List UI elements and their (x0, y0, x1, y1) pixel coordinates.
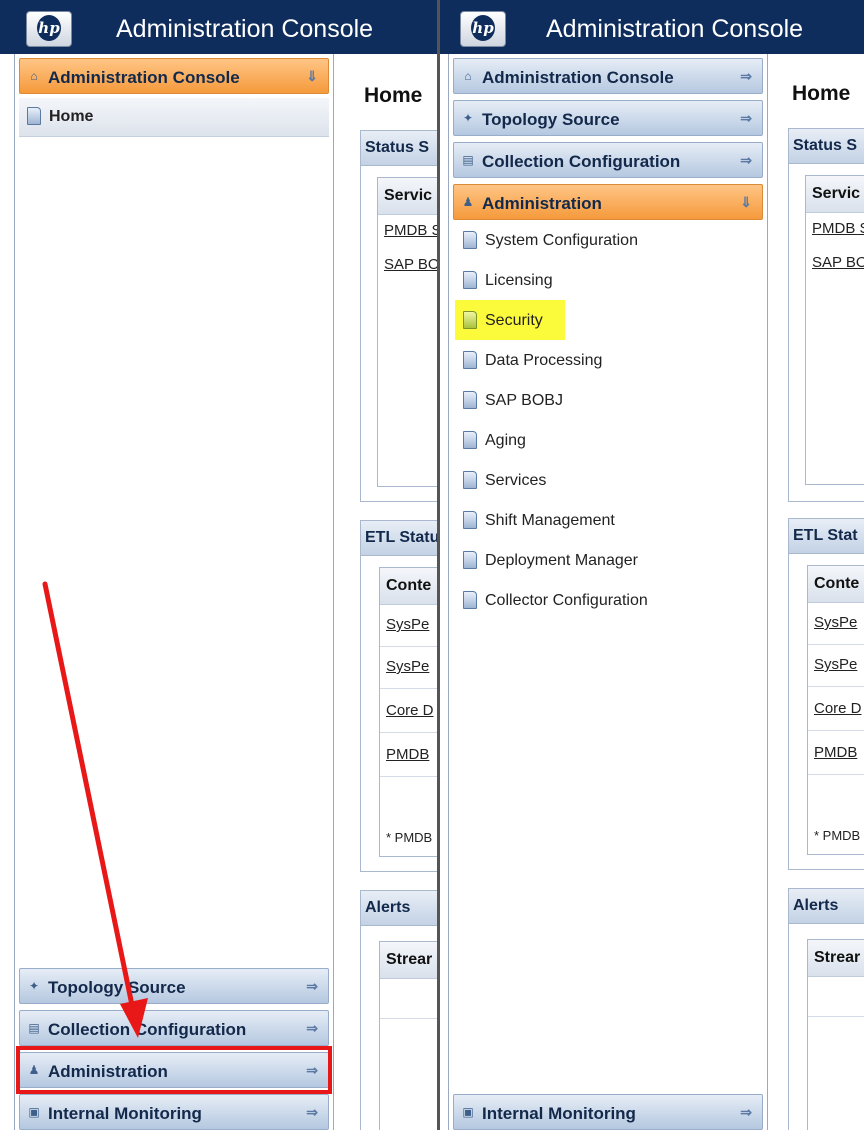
nav-item-collector-configuration[interactable]: Collector Configuration (455, 582, 761, 620)
page-icon (463, 511, 477, 529)
page-icon (463, 351, 477, 369)
accordion-header-collection-configuration[interactable]: ▤ Collection Configuration ⇒ (453, 142, 763, 178)
footnote: * PMDB (814, 828, 861, 843)
admin-icon: ♟ (462, 195, 474, 209)
title-bar: hp Administration Console (440, 0, 864, 54)
chevron-right-icon: ⇒ (740, 68, 752, 84)
accordion-header-topology-source[interactable]: ✦ Topology Source ⇒ (453, 100, 763, 136)
alerts-section: Alerts Strear (788, 888, 864, 1130)
section-title: Status S (793, 137, 858, 154)
services-table: Servic PMDB S SAP BO (805, 175, 864, 485)
chevron-right-icon: ⇒ (740, 1104, 752, 1120)
home-icon: ⌂ (464, 69, 472, 83)
page-icon (463, 591, 477, 609)
nav-item-services[interactable]: Services (455, 462, 761, 500)
page-icon (463, 391, 477, 409)
right-screenshot-panel: hp Administration Console ⌂ Administrati… (440, 0, 864, 1130)
section-title: ETL Stat (793, 527, 858, 544)
monitor-icon: ▣ (462, 1105, 474, 1119)
nav-item-deployment-manager[interactable]: Deployment Manager (455, 542, 761, 580)
column-header[interactable]: Servic (806, 176, 864, 213)
alerts-table: Strear (807, 939, 864, 1130)
chevron-right-icon: ⇒ (740, 152, 752, 168)
table-row-link[interactable]: PMDB S (812, 220, 864, 237)
app-title: Administration Console (546, 15, 804, 43)
accordion-header-administration[interactable]: ♟ Administration ⇓ (453, 184, 763, 220)
collection-icon: ▤ (462, 153, 474, 167)
annotation-arrow-icon (42, 581, 148, 1038)
nav-item-sap-bobj[interactable]: SAP BOBJ (455, 382, 761, 420)
page-icon (463, 431, 477, 449)
accordion-header-internal-monitoring[interactable]: ▣ Internal Monitoring ⇒ (453, 1094, 763, 1130)
chevron-right-icon: ⇒ (740, 110, 752, 126)
etl-status-section: ETL Stat Conte SysPe SysPe Core D PMDB *… (788, 518, 864, 870)
page-icon (463, 311, 477, 329)
table-row-link[interactable]: SysPe (814, 614, 857, 631)
page-title: Home (792, 82, 851, 105)
nav-item-aging[interactable]: Aging (455, 422, 761, 460)
table-row-link[interactable]: SAP BO (812, 254, 864, 271)
nav-item-data-processing[interactable]: Data Processing (455, 342, 761, 380)
navigation-pane: ⌂ Administration Console ⇒ ✦ Topology So… (448, 54, 768, 1130)
chevron-down-icon: ⇓ (740, 194, 752, 210)
section-title: Alerts (793, 897, 839, 914)
nav-item-system-configuration[interactable]: System Configuration (455, 222, 761, 260)
column-header[interactable]: Strear (808, 940, 864, 977)
nav-item-security[interactable]: Security (455, 302, 761, 340)
page-icon (463, 471, 477, 489)
page-icon (463, 551, 477, 569)
page-icon (463, 271, 477, 289)
hp-logo: hp (460, 11, 506, 47)
nav-item-licensing[interactable]: Licensing (455, 262, 761, 300)
accordion-header-administration-console[interactable]: ⌂ Administration Console ⇒ (453, 58, 763, 94)
status-summary-section: Status S Servic PMDB S SAP BO (788, 128, 864, 502)
etl-table: Conte SysPe SysPe Core D PMDB * PMDB (807, 565, 864, 855)
table-row-link[interactable]: Core D (814, 700, 862, 717)
page-icon (463, 231, 477, 249)
nav-item-shift-management[interactable]: Shift Management (455, 502, 761, 540)
column-header[interactable]: Conte (808, 566, 864, 603)
topology-icon: ✦ (462, 111, 474, 125)
table-row-link[interactable]: PMDB (814, 744, 857, 761)
table-row-link[interactable]: SysPe (814, 656, 857, 673)
